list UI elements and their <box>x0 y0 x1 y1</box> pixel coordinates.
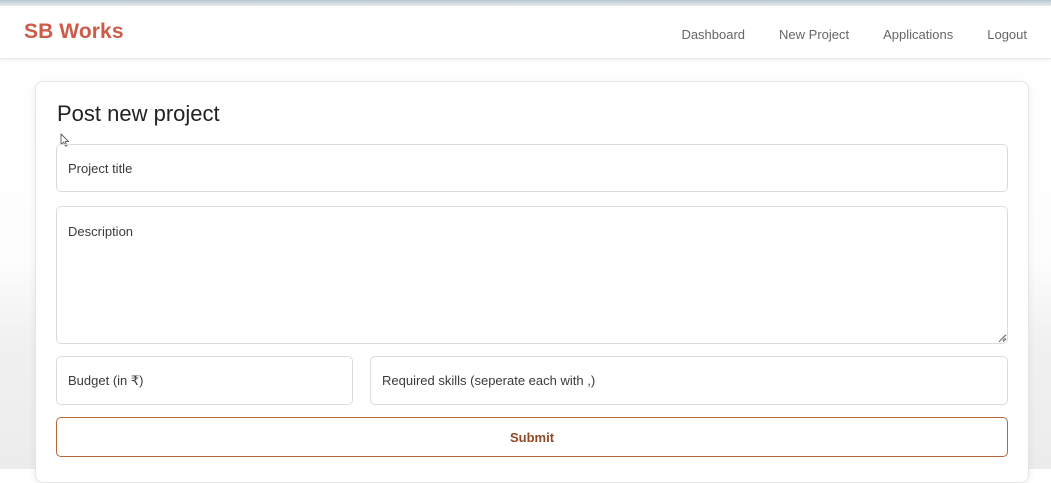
nav-link-applications[interactable]: Applications <box>883 27 953 42</box>
brand-logo[interactable]: SB Works <box>24 20 124 44</box>
nav-links: Dashboard New Project Applications Logou… <box>647 27 1027 42</box>
nav-link-dashboard[interactable]: Dashboard <box>681 27 745 42</box>
submit-button[interactable]: Submit <box>56 417 1008 457</box>
page-title: Post new project <box>57 101 220 126</box>
nav-link-new-project[interactable]: New Project <box>779 27 849 42</box>
budget-input[interactable] <box>56 356 353 405</box>
new-project-card: Post new project Submit <box>35 81 1029 483</box>
nav-link-logout[interactable]: Logout <box>987 27 1027 42</box>
navbar: SB Works Dashboard New Project Applicati… <box>0 6 1051 59</box>
project-title-input[interactable] <box>56 144 1008 192</box>
required-skills-input[interactable] <box>370 356 1008 405</box>
description-textarea[interactable] <box>56 206 1008 344</box>
